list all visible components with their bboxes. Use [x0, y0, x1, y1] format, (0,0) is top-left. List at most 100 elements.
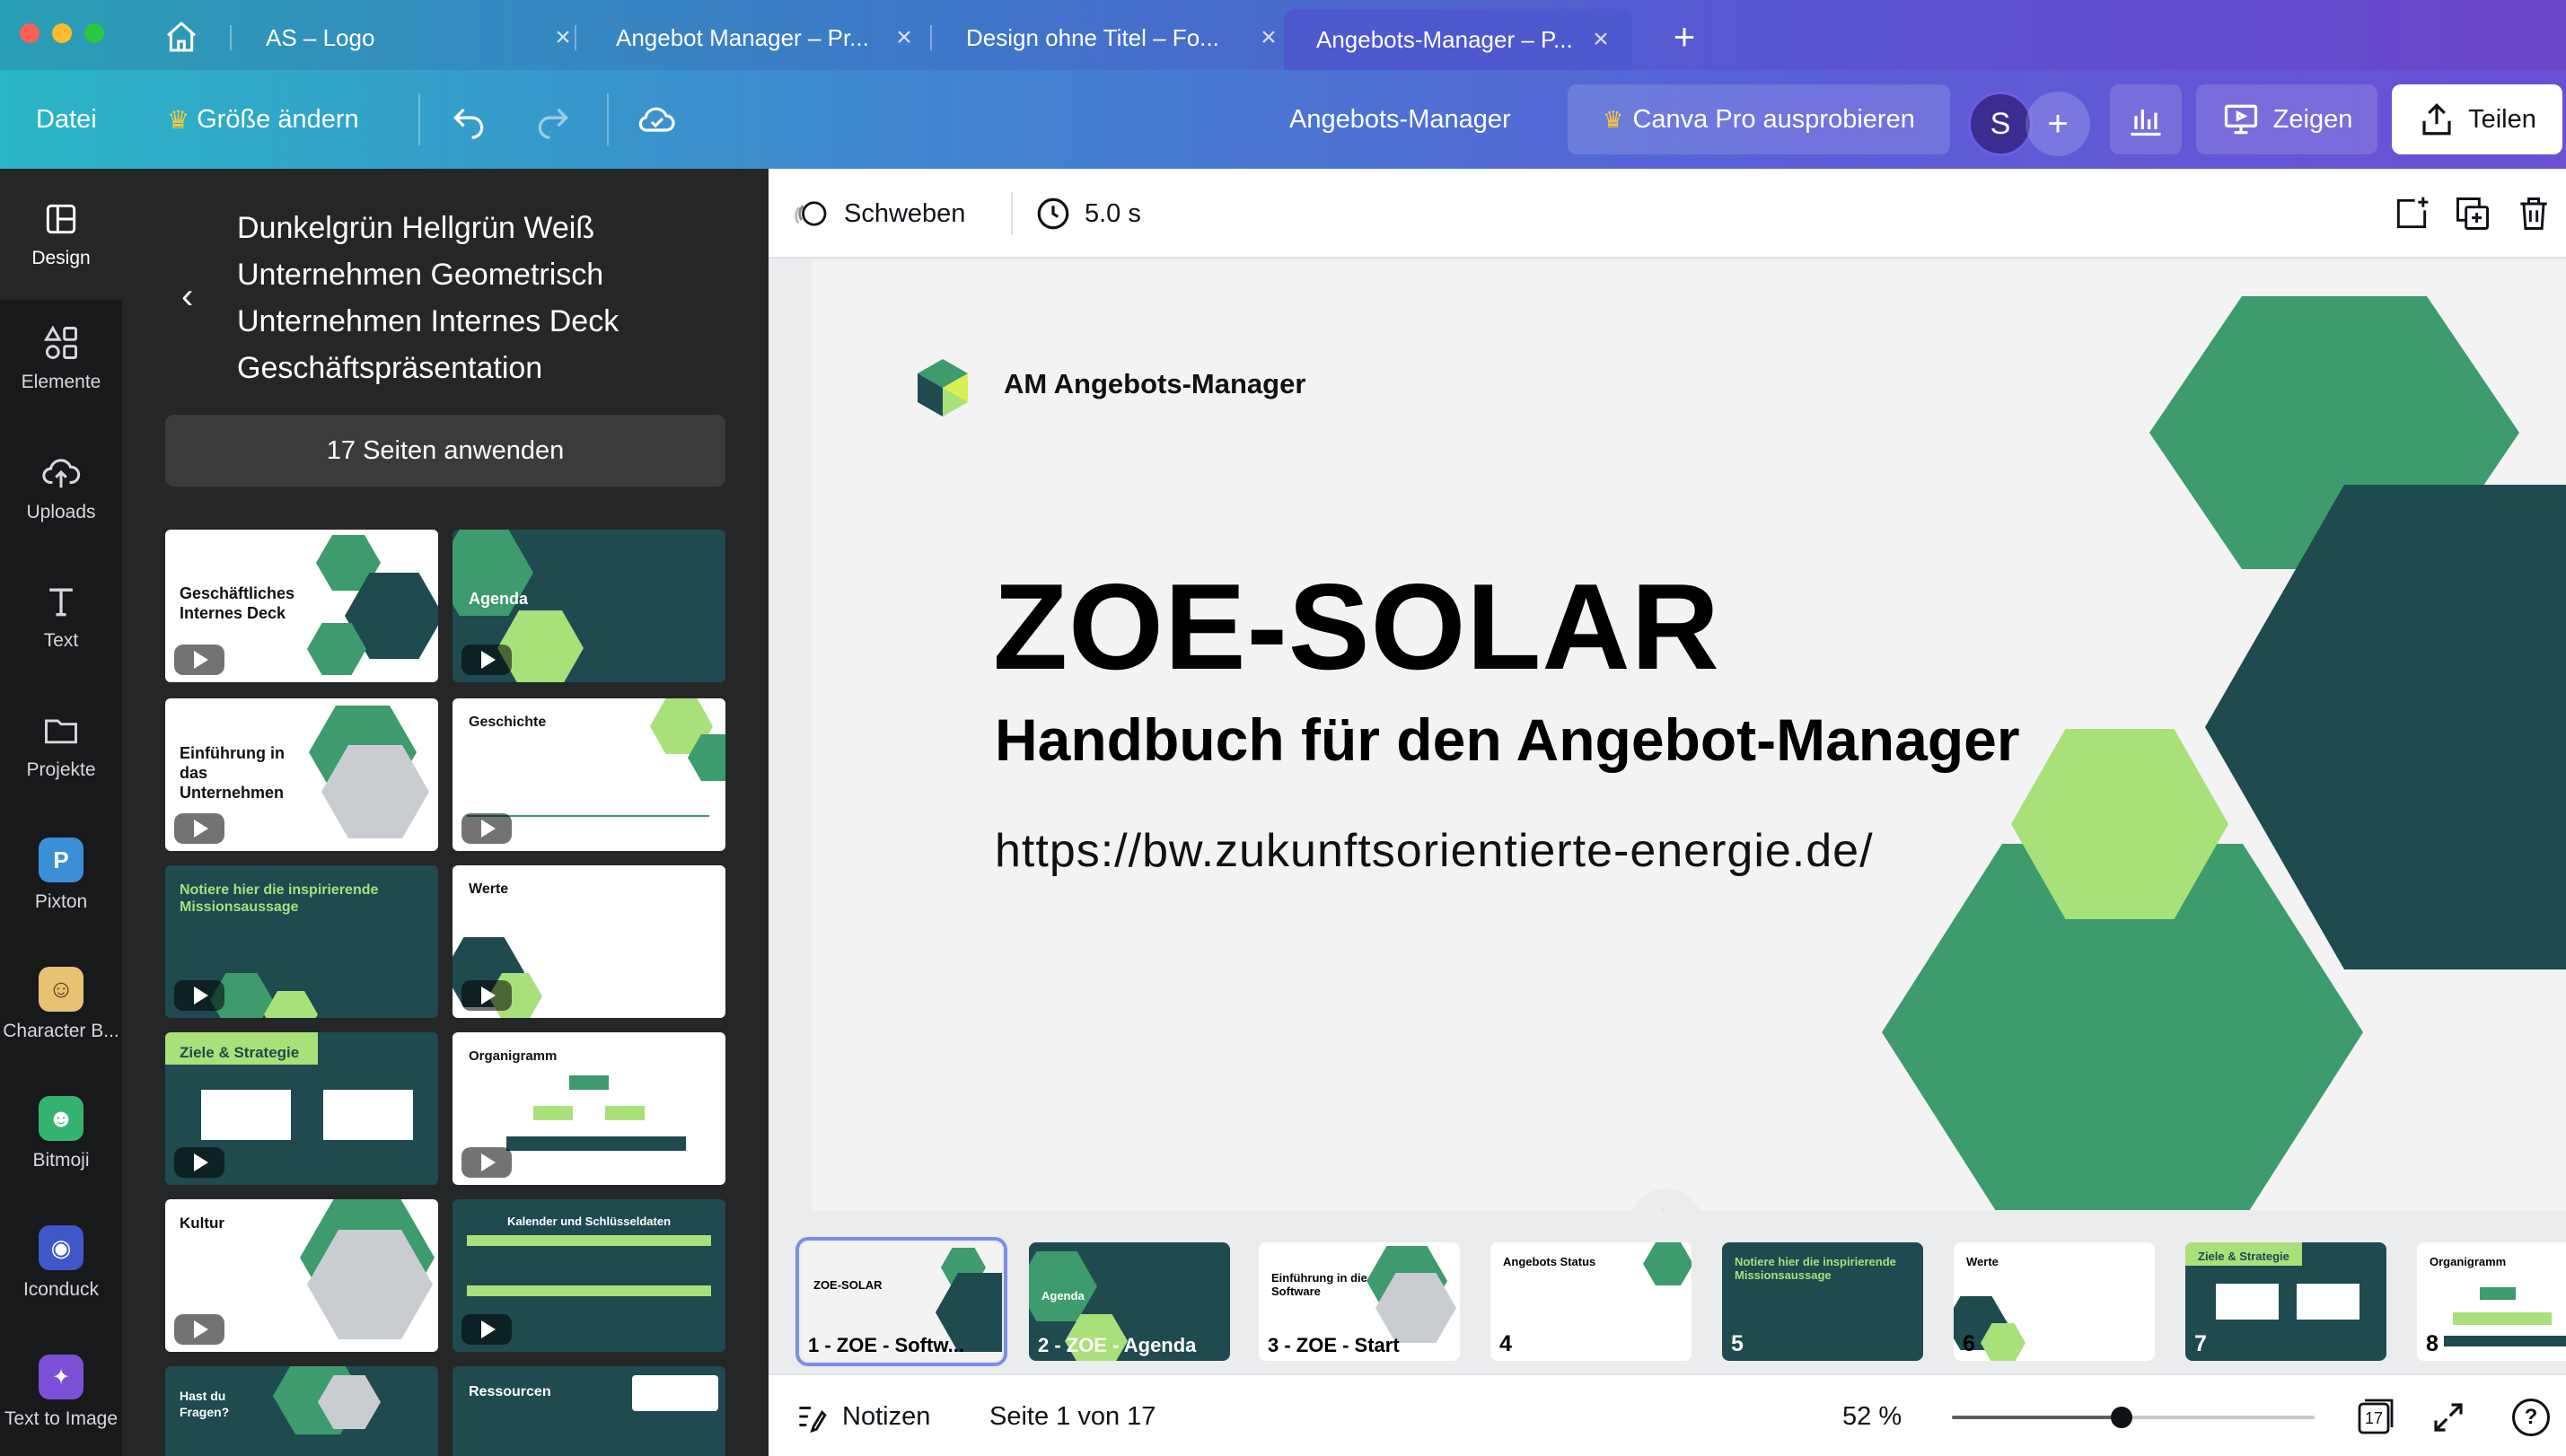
- page-thumb-6[interactable]: Werte 6: [1954, 1242, 2155, 1361]
- page-thumb-7[interactable]: Ziele & Strategie 7: [2185, 1242, 2386, 1361]
- apply-all-pages-button[interactable]: 17 Seiten anwenden: [165, 415, 725, 487]
- rail-item-character-builder[interactable]: ☺ Character B...: [0, 946, 122, 1063]
- rail-item-projekte[interactable]: Projekte: [0, 688, 122, 804]
- page-thumb-1[interactable]: ZOE-SOLAR 1 - ZOE - Softw...: [795, 1237, 1007, 1366]
- maximize-window-button[interactable]: [84, 23, 104, 43]
- file-menu-button[interactable]: Datei: [36, 70, 97, 169]
- canva-pro-trial-button[interactable]: ♛ Canva Pro ausprobieren: [1568, 84, 1950, 154]
- notes-icon: [799, 1407, 827, 1434]
- thumb-title: Werte: [469, 881, 509, 897]
- share-button[interactable]: Teilen: [2392, 84, 2562, 154]
- tab-label: Angebot Manager – Pr...: [616, 23, 869, 51]
- add-page-icon[interactable]: [2392, 194, 2431, 233]
- template-thumb-11[interactable]: Hast du Fragen?: [165, 1366, 438, 1456]
- tab-close-icon[interactable]: ×: [1587, 24, 1614, 55]
- play-icon: [461, 645, 512, 675]
- play-icon: [174, 1147, 224, 1178]
- tab-close-icon[interactable]: ×: [1255, 22, 1282, 53]
- page-thumb-5[interactable]: Notiere hier die inspirierende Missionsa…: [1722, 1242, 1923, 1361]
- page-thumb-4[interactable]: Angebots Status 4: [1490, 1242, 1692, 1361]
- iconduck-app-icon: ◉: [39, 1225, 83, 1270]
- status-bar: Notizen Seite 1 von 17 52 % 17 ?: [769, 1373, 2566, 1456]
- insights-chart-icon[interactable]: [2110, 84, 2182, 154]
- left-rail: Design Elemente Uploads Text Projekte P …: [0, 169, 122, 1456]
- logo-text[interactable]: AM Angebots-Manager: [1004, 368, 1305, 400]
- shapes-icon: [43, 325, 77, 359]
- template-thumb-8[interactable]: Organigramm: [453, 1032, 725, 1185]
- frame-label: 8: [2426, 1331, 2439, 1356]
- editor-area: Schweben 5.0 s AM Angebots-Manager ZOE-S…: [769, 169, 2566, 1456]
- rail-label: Bitmoji: [32, 1150, 90, 1171]
- rail-label: Elemente: [21, 372, 101, 392]
- resize-button[interactable]: ♛ Größe ändern: [167, 70, 359, 169]
- rail-item-text-to-image[interactable]: ✦ Text to Image: [0, 1334, 122, 1451]
- cloud-saved-icon[interactable]: [636, 70, 679, 169]
- timing-button[interactable]: 5.0 s: [1034, 169, 1141, 259]
- document-title[interactable]: Angebots-Manager: [1289, 70, 1511, 169]
- slide-title[interactable]: ZOE-SOLAR: [993, 557, 1720, 697]
- template-thumb-5[interactable]: Notiere hier die inspirierende Missionsa…: [165, 865, 438, 1018]
- rail-item-bitmoji[interactable]: ☻ Bitmoji: [0, 1075, 122, 1192]
- tab-close-icon[interactable]: ×: [891, 22, 918, 53]
- redo-icon[interactable]: [533, 70, 573, 169]
- undo-icon[interactable]: [449, 70, 488, 169]
- avatar[interactable]: S: [1968, 92, 2033, 156]
- template-thumb-3[interactable]: Einführung in das Unternehmen: [165, 698, 438, 851]
- zoom-slider[interactable]: [1952, 1416, 2315, 1419]
- rail-item-iconduck[interactable]: ◉ Iconduck: [0, 1205, 122, 1321]
- zoom-value[interactable]: 52 %: [1842, 1375, 1902, 1456]
- template-thumb-9[interactable]: Kultur: [165, 1199, 438, 1352]
- close-window-button[interactable]: [20, 23, 40, 43]
- tab-as-logo[interactable]: AS – Logo ×: [244, 13, 576, 63]
- template-thumb-2[interactable]: Agenda: [453, 530, 725, 682]
- rail-item-pixton[interactable]: P Pixton: [0, 817, 122, 934]
- thumb-title: Geschichte: [469, 715, 547, 730]
- tab-angebot-manager[interactable]: Angebot Manager – Pr... ×: [594, 13, 918, 63]
- page-thumb-8[interactable]: Organigramm 8: [2417, 1242, 2566, 1361]
- new-tab-button[interactable]: +: [1663, 16, 1706, 57]
- template-thumb-10[interactable]: Kalender und Schlüsseldaten: [453, 1199, 725, 1352]
- thumb-title: Kultur: [180, 1215, 225, 1232]
- slide-canvas[interactable]: AM Angebots-Manager ZOE-SOLAR Handbuch f…: [812, 260, 2566, 1212]
- tab-angebots-manager-active[interactable]: Angebots-Manager – P... ×: [1284, 9, 1632, 70]
- notes-button[interactable]: Notizen: [794, 1375, 930, 1456]
- page-filmstrip: ZOE-SOLAR 1 - ZOE - Softw... Agenda 2 - …: [769, 1210, 2566, 1373]
- add-member-button[interactable]: +: [2026, 92, 2090, 156]
- duration-label: 5.0 s: [1085, 198, 1141, 228]
- tab-design-ohne-titel[interactable]: Design ohne Titel – Fo... ×: [945, 13, 1282, 63]
- crown-icon: ♛: [1603, 105, 1624, 133]
- thumb-title: Geschäftliches Internes Deck: [180, 584, 295, 622]
- page-thumb-3[interactable]: Einführung in die Software 3 - ZOE - Sta…: [1259, 1242, 1460, 1361]
- bitmoji-app-icon: ☻: [39, 1096, 83, 1141]
- template-thumb-7[interactable]: Ziele & Strategie: [165, 1032, 438, 1185]
- frame-label: 5: [1731, 1331, 1744, 1356]
- zoom-slider-handle[interactable]: [2111, 1407, 2133, 1428]
- help-button[interactable]: ?: [2512, 1399, 2550, 1436]
- template-thumb-4[interactable]: Geschichte: [453, 698, 725, 851]
- animation-button[interactable]: Schweben: [794, 169, 965, 259]
- tab-close-icon[interactable]: ×: [549, 22, 576, 53]
- animation-icon: [795, 201, 827, 226]
- rail-item-elemente[interactable]: Elemente: [0, 300, 122, 417]
- animation-label: Schweben: [844, 198, 966, 228]
- slide-url[interactable]: https://bw.zukunftsorientierte-energie.d…: [995, 824, 1874, 878]
- fullscreen-icon[interactable]: [2430, 1399, 2467, 1436]
- chevron-left-icon[interactable]: ‹: [181, 276, 193, 317]
- minimize-window-button[interactable]: [52, 23, 72, 43]
- rail-item-design[interactable]: Design: [0, 169, 122, 300]
- slide-subtitle[interactable]: Handbuch für den Angebot-Manager: [995, 706, 2020, 774]
- rail-item-text[interactable]: Text: [0, 558, 122, 675]
- share-icon: [2422, 103, 2451, 136]
- page-grid-button[interactable]: 17: [2354, 1395, 2397, 1438]
- present-button[interactable]: Zeigen: [2196, 84, 2377, 154]
- template-thumb-12[interactable]: Ressourcen: [453, 1366, 725, 1456]
- template-thumb-6[interactable]: Werte: [453, 865, 725, 1018]
- template-thumb-1[interactable]: Geschäftliches Internes Deck: [165, 530, 438, 682]
- play-icon: [461, 813, 512, 844]
- delete-page-icon[interactable]: [2514, 194, 2553, 233]
- page-thumb-2[interactable]: Agenda 2 - ZOE - Agenda: [1029, 1242, 1230, 1361]
- duplicate-page-icon[interactable]: [2453, 194, 2492, 233]
- home-icon[interactable]: [160, 16, 203, 57]
- rail-item-uploads[interactable]: Uploads: [0, 429, 122, 546]
- rail-label: Pixton: [34, 891, 88, 912]
